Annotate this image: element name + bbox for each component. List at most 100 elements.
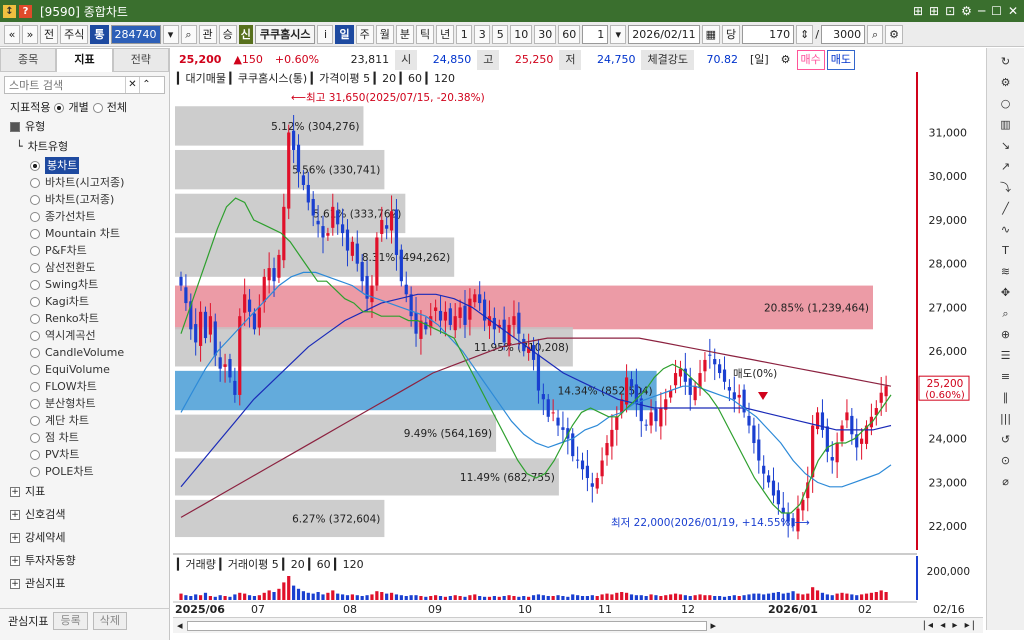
ray-tool-icon[interactable]: ↗ — [995, 157, 1017, 176]
unit-input[interactable]: 1 — [582, 24, 609, 44]
interval-5-button[interactable]: 5 — [492, 24, 509, 44]
tab-stock[interactable]: 종목 — [0, 48, 57, 72]
chart-type-radio[interactable] — [30, 228, 40, 239]
chart-type-radio[interactable] — [30, 449, 40, 460]
chart-type-radio[interactable] — [30, 466, 40, 477]
section-item[interactable]: + 지표 — [0, 480, 169, 503]
chart-type-radio[interactable] — [30, 245, 40, 256]
chart-type-item[interactable]: EquiVolume — [0, 361, 169, 378]
chart-type-radio[interactable] — [30, 194, 40, 205]
calendar-icon[interactable]: ▦ — [701, 24, 721, 44]
zoom-input[interactable]: 3000 — [821, 24, 866, 44]
price-chart[interactable]: ▎대기매물 ▎쿠쿠홈시스(통) ▎가격이평 5 ▎20 ▎60 ▎120 5.12… — [173, 70, 983, 630]
period-day-button[interactable]: 일 — [335, 24, 354, 44]
nav-prev-button[interactable]: « — [4, 24, 20, 44]
chart-type-radio[interactable] — [30, 160, 40, 171]
chart-type-item[interactable]: 바차트(고저종) — [0, 191, 169, 208]
help-icon[interactable]: ? — [19, 4, 32, 18]
count-input[interactable]: 170 — [742, 24, 795, 44]
chart-type-item[interactable]: PV차트 — [0, 446, 169, 463]
count-spin-icon[interactable]: ⇕ — [796, 24, 814, 44]
section-item[interactable]: + 관심지표 — [0, 572, 169, 595]
search-collapse-icon[interactable]: ⌃ — [139, 77, 153, 93]
chart-type-item[interactable]: Swing차트 — [0, 276, 169, 293]
period-month-button[interactable]: 월 — [375, 24, 394, 44]
interval-60-button[interactable]: 60 — [558, 24, 581, 44]
trend-tool-icon[interactable]: ↘ — [995, 136, 1017, 155]
quote-settings-icon[interactable]: ⚙ — [775, 50, 797, 70]
chart-type-radio[interactable] — [30, 347, 40, 358]
text-tool-icon[interactable]: T — [995, 241, 1017, 260]
target-icon[interactable]: ⊙ — [995, 451, 1017, 470]
bar-tool-icon[interactable]: ▥ — [995, 115, 1017, 134]
eraser-icon[interactable]: ⌀ — [995, 472, 1017, 491]
chart-type-radio[interactable] — [30, 177, 40, 188]
scroll-left-icon[interactable]: ◂ — [173, 619, 187, 632]
lines-icon[interactable]: ≡ — [995, 367, 1017, 386]
chart-type-item[interactable]: Kagi차트 — [0, 293, 169, 310]
tab-indicator[interactable]: 지표 — [56, 48, 113, 72]
chart-area[interactable]: ▎대기매물 ▎쿠쿠홈시스(통) ▎가격이평 5 ▎20 ▎60 ▎120 5.12… — [173, 70, 983, 630]
period-minute-button[interactable]: 분 — [395, 24, 414, 44]
chart-type-item[interactable]: 봉차트 — [0, 157, 169, 174]
chart-type-item[interactable]: CandleVolume — [0, 344, 169, 361]
screenshot-icon[interactable]: ⊡ — [945, 4, 955, 18]
chart-type-item[interactable]: Renko차트 — [0, 310, 169, 327]
search-clear-icon[interactable]: ✕ — [125, 77, 139, 93]
chart-type-radio[interactable] — [30, 211, 40, 222]
chart-type-radio[interactable] — [30, 432, 40, 443]
integrated-button[interactable]: 통 — [90, 24, 109, 44]
all-button[interactable]: 전 — [40, 24, 59, 44]
undo-icon[interactable]: ↺ — [995, 430, 1017, 449]
section-type[interactable]: 유형 — [0, 117, 169, 137]
date-input[interactable]: 2026/02/11 — [628, 24, 700, 44]
scroll-track[interactable] — [186, 620, 707, 631]
chart-type-radio[interactable] — [30, 296, 40, 307]
section-item[interactable]: + 투자자동향 — [0, 549, 169, 572]
chart-type-item[interactable]: P&F차트 — [0, 242, 169, 259]
scroll-right-icon[interactable]: ▸ — [707, 619, 721, 632]
smart-search-input[interactable] — [5, 77, 125, 93]
window-layout-icon[interactable]: ⊞ — [929, 4, 939, 18]
chart-type-item[interactable]: 점 차트 — [0, 429, 169, 446]
cross-icon[interactable]: ✥ — [995, 283, 1017, 302]
chart-type-item[interactable]: POLE차트 — [0, 463, 169, 480]
tool-settings-icon[interactable]: ⚙ — [995, 73, 1017, 92]
circle-tool-icon[interactable]: ○ — [995, 94, 1017, 113]
playback-controls[interactable]: |◂ ◂ ▸ ▸| — [923, 620, 983, 631]
rising-button[interactable]: 승 — [218, 24, 237, 44]
maximize-button[interactable]: ☐ — [991, 4, 1002, 18]
chart-type-item[interactable]: FLOW차트 — [0, 378, 169, 395]
nav-next-button[interactable]: » — [22, 24, 38, 44]
info-button[interactable]: i — [317, 24, 334, 44]
chart-type-item[interactable]: 바차트(시고저종) — [0, 174, 169, 191]
refresh-icon[interactable]: ↻ — [995, 52, 1017, 71]
buy-button[interactable]: 매수 — [796, 50, 825, 70]
current-button[interactable]: 당 — [722, 24, 741, 44]
chart-type-radio[interactable] — [30, 262, 40, 273]
chart-scrollbar[interactable]: ◂ ▸ |◂ ◂ ▸ ▸| — [173, 617, 983, 633]
arrow-tool-icon[interactable]: ⤵ — [995, 178, 1017, 197]
minimize-button[interactable]: ─ — [978, 4, 985, 18]
chart-type-item[interactable]: Mountain 차트 — [0, 225, 169, 242]
radio-all[interactable] — [92, 102, 103, 113]
search-icon[interactable]: ⌕ — [180, 24, 197, 44]
chart-type-radio[interactable] — [30, 364, 40, 375]
delete-button[interactable]: 삭제 — [92, 611, 127, 630]
radio-each[interactable] — [54, 102, 65, 113]
chart-type-item[interactable]: 종가선차트 — [0, 208, 169, 225]
toolbar-settings-icon[interactable]: ⚙ — [885, 24, 903, 44]
chart-type-radio[interactable] — [30, 398, 40, 409]
chart-type-item[interactable]: 분산형차트 — [0, 395, 169, 412]
interval-3-button[interactable]: 3 — [474, 24, 491, 44]
parallel-icon[interactable]: ∥ — [995, 388, 1017, 407]
period-week-button[interactable]: 주 — [355, 24, 374, 44]
code-dropdown-icon[interactable]: ▾ — [162, 24, 179, 44]
zoom-in-icon[interactable]: ⊕ — [995, 325, 1017, 344]
window-split-icon[interactable]: ⊞ — [913, 4, 923, 18]
sell-button[interactable]: 매도 — [826, 50, 856, 70]
chart-type-radio[interactable] — [30, 381, 40, 392]
interval-1-button[interactable]: 1 — [456, 24, 473, 44]
stock-code-input[interactable]: 284740 — [110, 24, 161, 44]
unit-dropdown-icon[interactable]: ▾ — [610, 24, 627, 44]
